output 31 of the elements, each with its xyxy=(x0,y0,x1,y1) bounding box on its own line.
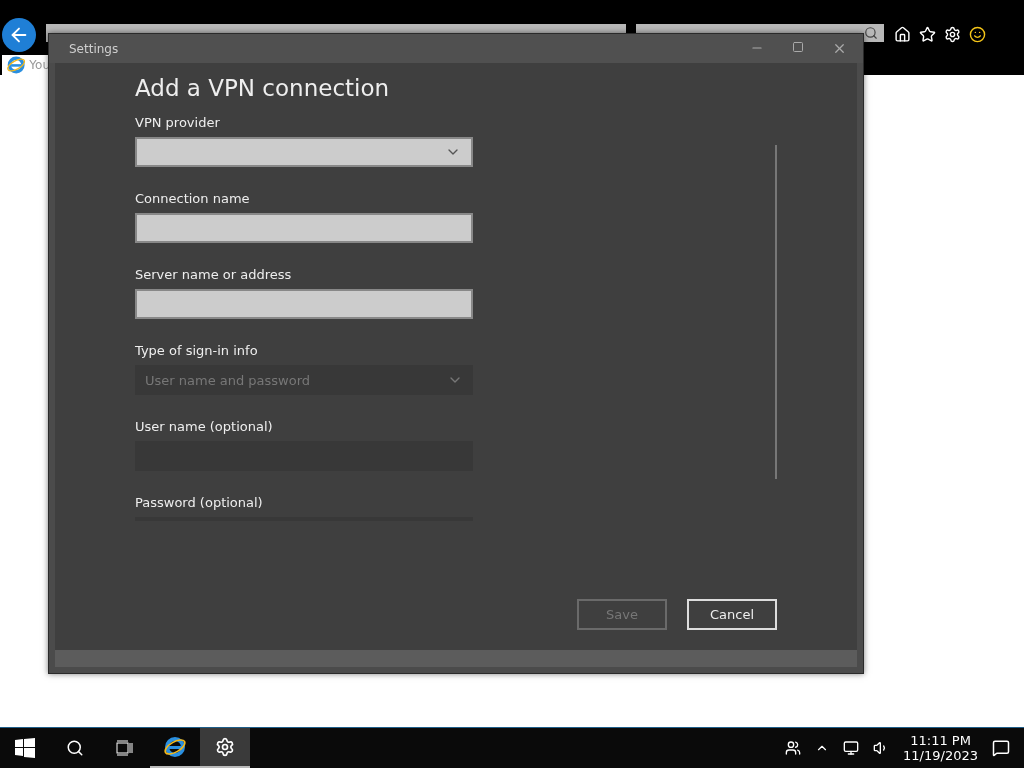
task-view-icon[interactable] xyxy=(116,740,134,756)
browser-e-icon xyxy=(163,735,187,759)
notification-icon[interactable] xyxy=(992,739,1010,757)
field-label: Password (optional) xyxy=(135,495,264,510)
browser-e-icon xyxy=(6,55,27,75)
field-label: Type of sign-in info xyxy=(135,343,259,358)
search-icon[interactable] xyxy=(66,739,84,757)
field-label: Server name or address xyxy=(135,267,293,282)
star-icon[interactable] xyxy=(919,26,936,43)
field-label: VPN provider xyxy=(135,115,221,130)
windows-logo-icon[interactable] xyxy=(15,738,35,758)
settings-icon[interactable] xyxy=(944,26,961,43)
clock-date[interactable]: 11/19/2023 xyxy=(903,748,978,763)
text-field[interactable] xyxy=(135,213,473,243)
cancel-button[interactable]: Cancel xyxy=(687,599,777,630)
people-icon[interactable] xyxy=(785,740,802,756)
text-field[interactable] xyxy=(135,289,473,319)
close-icon[interactable] xyxy=(832,41,847,56)
gear-icon xyxy=(215,737,235,757)
clock-time[interactable]: 11:11 PM xyxy=(910,733,971,748)
field-label: Connection name xyxy=(135,191,251,206)
network-icon[interactable] xyxy=(843,740,860,756)
page-heading: Add a VPN connection xyxy=(135,75,391,101)
field-label: User name (optional) xyxy=(135,419,274,434)
smiley-icon[interactable] xyxy=(969,26,986,43)
home-icon[interactable] xyxy=(894,26,911,43)
maximize-icon[interactable] xyxy=(792,41,804,53)
window-title: Settings xyxy=(69,41,119,56)
scrollbar[interactable] xyxy=(775,145,777,479)
back-button[interactable] xyxy=(2,18,36,52)
taskbar-app[interactable] xyxy=(200,728,250,768)
